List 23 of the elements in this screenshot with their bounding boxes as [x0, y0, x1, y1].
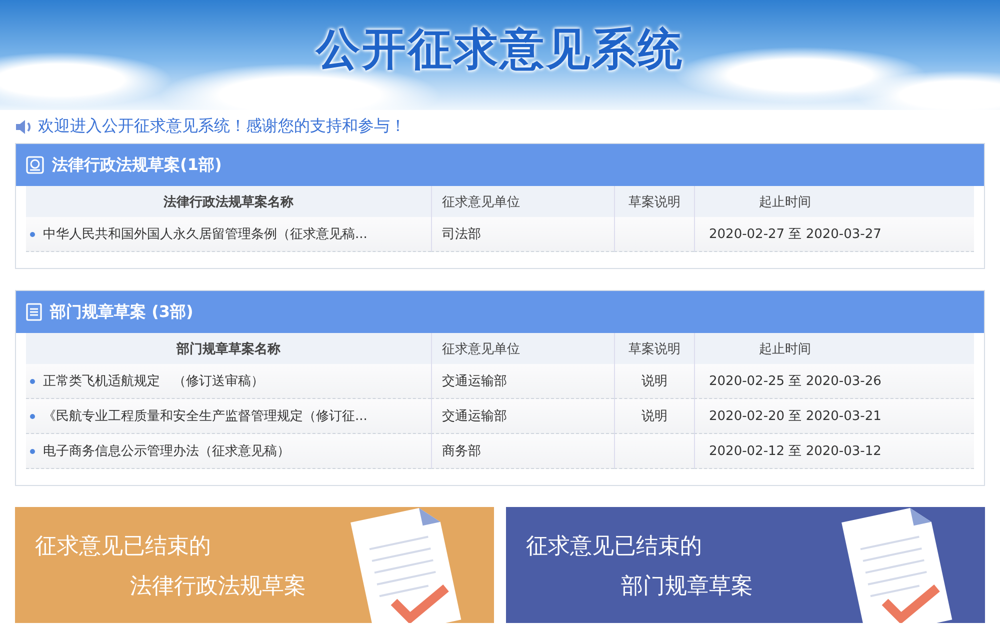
draft-link[interactable]: 电子商务信息公示管理办法（征求意见稿）	[43, 442, 290, 460]
section-title: 部门规章草案 (3部)	[50, 302, 194, 322]
seal-icon	[26, 156, 44, 174]
table-cell: 商务部	[431, 434, 614, 469]
section-title: 法律行政法规草案(1部)	[52, 154, 222, 176]
welcome-message: 欢迎进入公开征求意见系统！感谢您的支持和参与！	[38, 116, 406, 137]
system-title: 公开征求意见系统	[316, 23, 684, 77]
explanation-link[interactable]: 说明	[642, 372, 668, 390]
table-cell: 2020-02-12 至 2020-03-12	[694, 434, 974, 469]
column-header: 法律行政法规草案名称	[162, 194, 294, 212]
draft-link[interactable]: 中华人民共和国外国人永久居留管理条例（征求意见稿...	[43, 225, 368, 243]
bullet-icon	[30, 232, 35, 236]
table-cell: 司法部	[431, 217, 614, 252]
bullet-icon	[30, 414, 35, 418]
bullet-icon	[30, 448, 35, 454]
bullet-icon	[30, 378, 35, 384]
promo-banner[interactable]: 征求意见已结束的 部门规章草案	[506, 507, 985, 623]
table-cell: 2020-02-27 至 2020-03-27	[694, 217, 974, 252]
explanation-link[interactable]: 说明	[642, 407, 668, 425]
column-header: 部门规章草案名称	[175, 340, 282, 358]
draft-link[interactable]: 正常类飞机适航规定 （修订送审稿）	[43, 372, 264, 390]
draft-link[interactable]: 《民航专业工程质量和安全生产监督管理规定（修订征...	[43, 407, 368, 425]
document-icon	[26, 303, 42, 321]
